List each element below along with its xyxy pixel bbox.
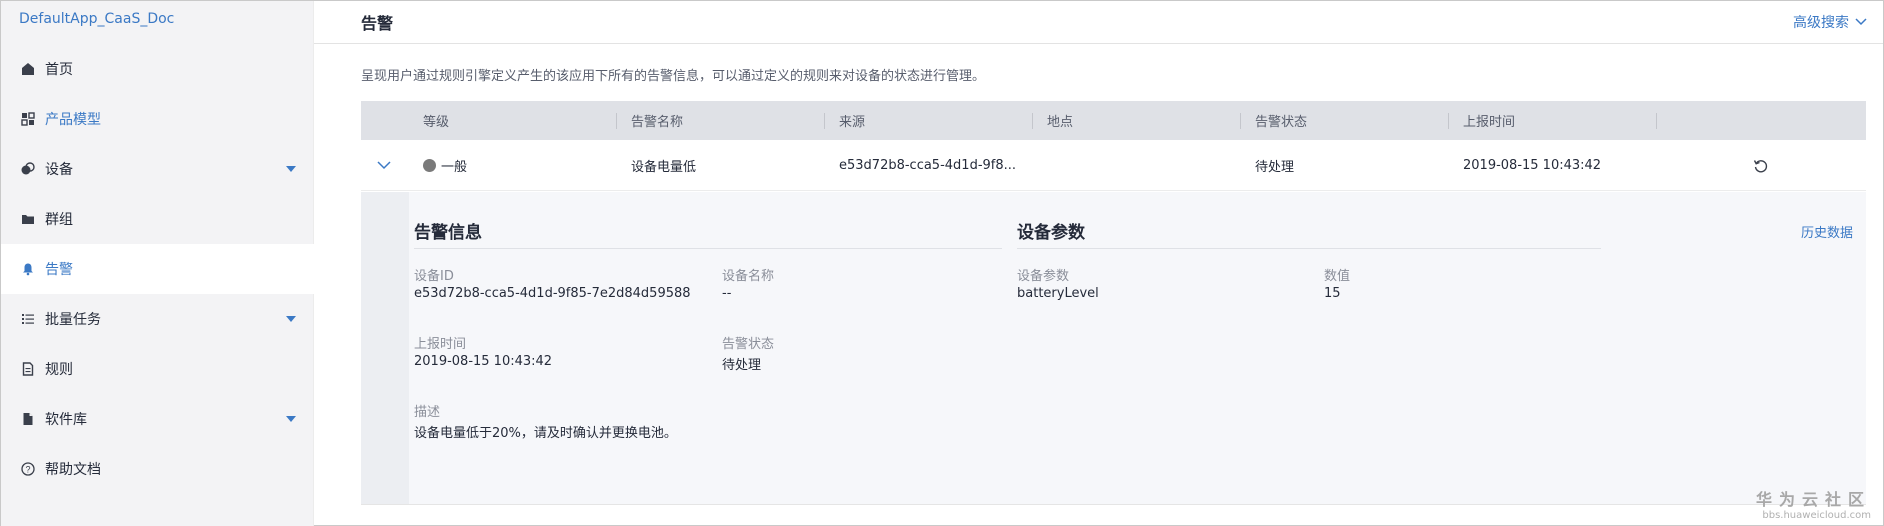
alarm-table: 等级 告警名称 来源 地点 告警状态 上报时间 一般 设备电量低 e53d72b… bbox=[361, 101, 1866, 191]
sidebar-item-home[interactable]: 首页 bbox=[1, 44, 314, 94]
column-header-level[interactable]: 等级 bbox=[423, 101, 449, 140]
svg-text:?: ? bbox=[25, 465, 30, 475]
sidebar-item-alarms[interactable]: 告警 bbox=[1, 244, 314, 294]
source-cell: e53d72b8-cca5-4d1d-9f8... bbox=[839, 158, 1017, 173]
column-header-source[interactable]: 来源 bbox=[839, 101, 865, 140]
column-divider bbox=[824, 113, 825, 129]
file-icon bbox=[21, 412, 35, 426]
param-value: 15 bbox=[1324, 286, 1341, 301]
chevron-down-icon bbox=[1855, 18, 1867, 26]
sidebar-item-label: 告警 bbox=[45, 262, 73, 278]
alarm-info-title: 告警信息 bbox=[414, 223, 482, 243]
sidebar-item-label: 批量任务 bbox=[45, 312, 101, 328]
section-divider bbox=[414, 248, 1002, 249]
history-data-link[interactable]: 历史数据 bbox=[1801, 222, 1853, 241]
report-time-cell: 2019-08-15 10:43:42 bbox=[1463, 158, 1602, 173]
sidebar-item-devices[interactable]: 设备 bbox=[1, 144, 314, 194]
chevron-down-icon[interactable] bbox=[286, 416, 296, 422]
watermark-logo: 华为云社区 bbs.huaweicloud.com bbox=[1756, 486, 1871, 521]
watermark-title: 华为云社区 bbox=[1755, 490, 1871, 509]
status-cell: 待处理 bbox=[1255, 160, 1295, 175]
sidebar-item-label: 设备 bbox=[45, 162, 73, 178]
device-id-label: 设备ID bbox=[414, 269, 454, 284]
device-icon bbox=[21, 162, 35, 176]
column-header-report-time[interactable]: 上报时间 bbox=[1463, 101, 1515, 140]
column-divider bbox=[1240, 113, 1241, 129]
report-time-value: 2019-08-15 10:43:42 bbox=[414, 354, 553, 369]
section-divider bbox=[1017, 248, 1601, 249]
chevron-down-icon[interactable] bbox=[286, 316, 296, 322]
home-icon bbox=[21, 62, 35, 76]
column-header-location[interactable]: 地点 bbox=[1047, 101, 1073, 140]
sidebar-item-help-docs[interactable]: ? 帮助文档 bbox=[1, 444, 314, 494]
watermark-url: bbs.huaweicloud.com bbox=[1762, 510, 1871, 521]
sidebar-item-label: 首页 bbox=[45, 62, 73, 78]
alarm-detail-panel: 告警信息 设备ID e53d72b8-cca5-4d1d-9f85-7e2d84… bbox=[361, 192, 1866, 505]
report-time-label: 上报时间 bbox=[414, 337, 467, 352]
detail-content: 告警信息 设备ID e53d72b8-cca5-4d1d-9f85-7e2d84… bbox=[409, 192, 1866, 504]
description-value: 设备电量低于20%，请及时确认并更换电池。 bbox=[414, 426, 677, 441]
document-icon bbox=[21, 362, 35, 376]
description-label: 描述 bbox=[414, 405, 441, 420]
column-divider bbox=[1448, 113, 1449, 129]
chevron-down-icon[interactable] bbox=[286, 166, 296, 172]
alarm-name-cell: 设备电量低 bbox=[631, 160, 697, 175]
device-id-value: e53d72b8-cca5-4d1d-9f85-7e2d84d59588 bbox=[414, 286, 691, 301]
bell-icon bbox=[21, 262, 35, 276]
sidebar-item-label: 帮助文档 bbox=[45, 462, 101, 478]
column-divider bbox=[1656, 113, 1657, 129]
alarm-status-value: 待处理 bbox=[722, 358, 762, 373]
level-cell: 一般 bbox=[423, 140, 467, 191]
detail-indent bbox=[361, 192, 409, 504]
sidebar-item-label: 产品模型 bbox=[45, 112, 101, 128]
column-divider bbox=[616, 113, 617, 129]
value-column-label: 数值 bbox=[1324, 269, 1351, 284]
level-text: 一般 bbox=[441, 160, 468, 175]
advanced-search-label: 高级搜索 bbox=[1793, 15, 1849, 31]
sidebar: DefaultApp_CaaS_Doc 首页 产品模型 设备 群组 告警 批量任… bbox=[1, 1, 314, 526]
sidebar-item-batch-tasks[interactable]: 批量任务 bbox=[1, 294, 314, 344]
sidebar-item-rules[interactable]: 规则 bbox=[1, 344, 314, 394]
sidebar-item-label: 规则 bbox=[45, 362, 73, 378]
expand-row-toggle[interactable] bbox=[377, 140, 391, 191]
list-icon bbox=[21, 312, 35, 326]
level-dot-icon bbox=[423, 159, 436, 172]
device-name-label: 设备名称 bbox=[722, 269, 775, 284]
help-icon: ? bbox=[21, 462, 35, 476]
sidebar-item-product-model[interactable]: 产品模型 bbox=[1, 94, 314, 144]
refresh-button[interactable] bbox=[1753, 140, 1769, 191]
chevron-down-icon bbox=[377, 161, 391, 170]
main-content: 告警 高级搜索 呈现用户通过规则引擎定义产生的该应用下所有的告警信息，可以通过定… bbox=[314, 1, 1883, 526]
param-column-label: 设备参数 bbox=[1017, 269, 1070, 284]
page-title: 告警 bbox=[361, 14, 394, 33]
param-name-value: batteryLevel bbox=[1017, 286, 1099, 301]
refresh-icon bbox=[1753, 159, 1768, 172]
table-row[interactable]: 一般 设备电量低 e53d72b8-cca5-4d1d-9f8... 待处理 2… bbox=[361, 140, 1866, 191]
column-header-alarm-status[interactable]: 告警状态 bbox=[1255, 101, 1307, 140]
page-header: 告警 高级搜索 bbox=[314, 1, 1883, 44]
dashboard-icon bbox=[21, 112, 35, 126]
column-header-alarm-name[interactable]: 告警名称 bbox=[631, 101, 683, 140]
sidebar-item-software-library[interactable]: 软件库 bbox=[1, 394, 314, 444]
table-header: 等级 告警名称 来源 地点 告警状态 上报时间 bbox=[361, 101, 1866, 140]
sidebar-menu: 首页 产品模型 设备 群组 告警 批量任务 规则 软件库 ? 帮助文档 bbox=[1, 44, 314, 494]
app-name[interactable]: DefaultApp_CaaS_Doc bbox=[19, 11, 174, 27]
device-params-title: 设备参数 bbox=[1017, 223, 1085, 243]
column-divider bbox=[1032, 113, 1033, 129]
device-name-value: -- bbox=[722, 286, 732, 301]
alarm-status-label: 告警状态 bbox=[722, 337, 775, 352]
sidebar-item-groups[interactable]: 群组 bbox=[1, 194, 314, 244]
advanced-search-toggle[interactable]: 高级搜索 bbox=[1793, 12, 1867, 32]
sidebar-item-label: 软件库 bbox=[45, 412, 87, 428]
sidebar-item-label: 群组 bbox=[45, 212, 73, 228]
page-description: 呈现用户通过规则引擎定义产生的该应用下所有的告警信息，可以通过定义的规则来对设备… bbox=[361, 69, 986, 84]
folder-icon bbox=[21, 212, 35, 226]
